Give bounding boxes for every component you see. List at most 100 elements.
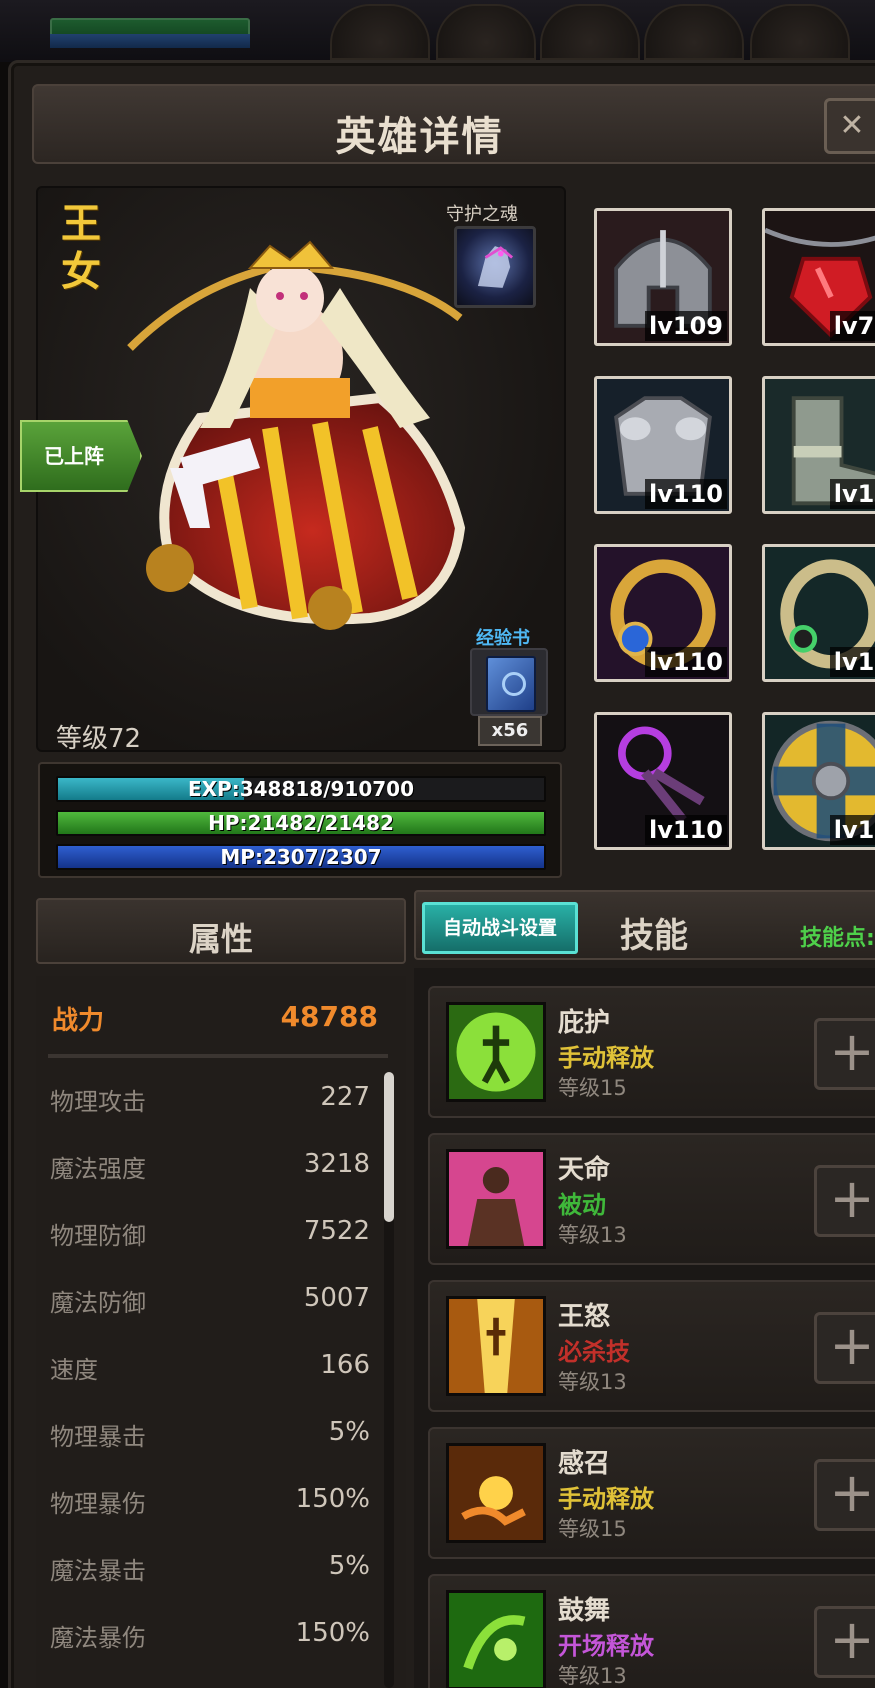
equip-level: lv11 <box>829 647 875 677</box>
attribute-row: 物理攻击 227 <box>50 1082 370 1118</box>
panel-header: 英雄详情 ✕ <box>32 84 875 164</box>
skill-name: 天命 <box>558 1155 611 1185</box>
upgrade-skill-button[interactable]: + <box>814 1459 875 1531</box>
hud-slot <box>540 4 640 60</box>
attribute-label: 速度 <box>50 1356 98 1384</box>
equip-level: lv10 <box>829 479 875 509</box>
combat-power-value: 48788 <box>280 1000 378 1033</box>
skill-type: 手动释放 <box>558 1044 654 1072</box>
attribute-label: 物理暴击 <box>50 1423 146 1451</box>
mp-bar-text: MP:2307/2307 <box>220 845 382 869</box>
attribute-value: 227 <box>320 1082 370 1112</box>
exp-book-button[interactable] <box>470 648 548 716</box>
equip-level: lv110 <box>645 647 727 677</box>
equip-slot-ring-2[interactable]: lv11 <box>762 544 875 682</box>
exp-bar: EXP:348818/910700 <box>56 776 546 802</box>
attribute-label: 魔法暴伤 <box>50 1624 146 1652</box>
hud-slot <box>750 4 850 60</box>
attribute-value: 150% <box>295 1484 370 1514</box>
summon-hand-icon <box>446 1443 546 1543</box>
skill-card[interactable]: 天命 被动 等级13 + <box>428 1133 875 1265</box>
equip-level: lv110 <box>645 815 727 845</box>
hud-slot <box>330 4 430 60</box>
attributes-scrollbar-thumb[interactable] <box>384 1072 394 1222</box>
attribute-value: 5% <box>328 1551 370 1581</box>
upgrade-skill-button[interactable]: + <box>814 1165 875 1237</box>
combat-power-row: 战力 48788 <box>52 1000 378 1042</box>
attribute-label: 物理暴伤 <box>50 1490 146 1518</box>
attribute-row: 魔法暴伤 150% <box>50 1618 370 1654</box>
upgrade-skill-button[interactable]: + <box>814 1018 875 1090</box>
royal-wrath-icon <box>446 1296 546 1396</box>
equip-slot-relic[interactable]: lv110 <box>594 712 732 850</box>
mp-bar: MP:2307/2307 <box>56 844 546 870</box>
hero-level: 等级72 <box>56 724 142 754</box>
skill-name: 感召 <box>558 1449 611 1479</box>
attributes-header: 属性 <box>36 898 406 964</box>
attribute-label: 物理防御 <box>50 1222 146 1250</box>
close-icon[interactable]: ✕ <box>824 98 875 154</box>
attribute-row: 魔法强度 3218 <box>50 1149 370 1185</box>
hud-resource-bar-secondary <box>50 34 250 48</box>
auto-battle-settings-button[interactable]: 自动战斗设置 <box>422 902 578 954</box>
hp-bar-text: HP:21482/21482 <box>208 811 394 835</box>
skill-points-label: 技能点: <box>800 926 875 951</box>
attribute-label: 魔法暴击 <box>50 1557 146 1585</box>
attribute-row: 魔法防御 5007 <box>50 1283 370 1319</box>
skill-type: 必杀技 <box>558 1338 630 1366</box>
skill-card[interactable]: 感召 手动释放 等级15 + <box>428 1427 875 1559</box>
skill-level: 等级15 <box>558 1517 627 1541</box>
skill-card[interactable]: 庇护 手动释放 等级15 + <box>428 986 875 1118</box>
equip-slot-necklace[interactable]: lv73 <box>762 208 875 346</box>
skill-name: 鼓舞 <box>558 1596 611 1626</box>
skill-type: 开场释放 <box>558 1632 654 1660</box>
equip-slot-shield[interactable]: lv11 <box>762 712 875 850</box>
attribute-row: 物理暴伤 150% <box>50 1484 370 1520</box>
skill-name: 王怒 <box>558 1302 611 1332</box>
skills-title: 技能 <box>620 916 688 956</box>
skill-level: 等级13 <box>558 1223 627 1247</box>
page-title: 英雄详情 <box>335 114 504 160</box>
equip-slot-ring-1[interactable]: lv110 <box>594 544 732 682</box>
hud-slot <box>644 4 744 60</box>
hero-portrait-image <box>127 240 466 630</box>
equip-level: lv73 <box>829 311 875 341</box>
book-icon <box>486 656 536 712</box>
attribute-label: 魔法防御 <box>50 1289 146 1317</box>
upgrade-skill-button[interactable]: + <box>814 1606 875 1678</box>
attribute-value: 166 <box>320 1350 370 1380</box>
attribute-label: 魔法强度 <box>50 1155 146 1183</box>
hp-bar: HP:21482/21482 <box>56 810 546 836</box>
attribute-value: 5% <box>328 1417 370 1447</box>
attribute-value: 150% <box>295 1618 370 1648</box>
exp-book-count: x56 <box>478 716 542 746</box>
attribute-value: 7522 <box>303 1216 370 1246</box>
attribute-row: 物理暴击 5% <box>50 1417 370 1453</box>
fate-figure-icon <box>446 1149 546 1249</box>
skill-type: 被动 <box>558 1191 606 1219</box>
shield-figure-icon <box>446 1002 546 1102</box>
equip-level: lv11 <box>829 815 875 845</box>
inspire-icon <box>446 1590 546 1688</box>
skill-type: 手动释放 <box>558 1485 654 1513</box>
equip-level: lv110 <box>645 479 727 509</box>
attribute-label: 物理攻击 <box>50 1088 146 1116</box>
equip-slot-helmet[interactable]: lv109 <box>594 208 732 346</box>
skill-name: 庇护 <box>558 1008 611 1038</box>
skill-level: 等级13 <box>558 1664 627 1688</box>
skill-level: 等级13 <box>558 1370 627 1394</box>
combat-power-label: 战力 <box>52 1006 105 1036</box>
equip-slot-armor[interactable]: lv110 <box>594 376 732 514</box>
upgrade-skill-button[interactable]: + <box>814 1312 875 1384</box>
attribute-row: 速度 166 <box>50 1350 370 1386</box>
attribute-value: 3218 <box>303 1149 370 1179</box>
attribute-row: 魔法暴击 5% <box>50 1551 370 1587</box>
attribute-row: 物理防御 7522 <box>50 1216 370 1252</box>
skill-card[interactable]: 鼓舞 开场释放 等级13 + <box>428 1574 875 1688</box>
equip-slot-boots[interactable]: lv10 <box>762 376 875 514</box>
exp-book-label: 经验书 <box>476 628 530 649</box>
skill-card[interactable]: 王怒 必杀技 等级13 + <box>428 1280 875 1412</box>
divider <box>48 1054 388 1058</box>
attributes-title: 属性 <box>188 920 253 958</box>
hero-name: 王女 <box>61 201 101 295</box>
